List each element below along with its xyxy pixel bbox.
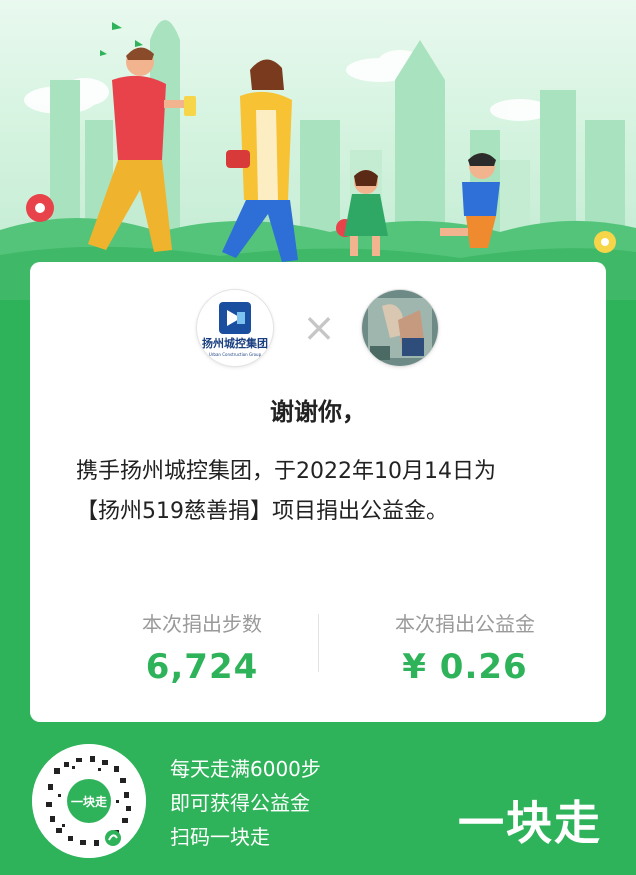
money-stat: 本次捐出公益金 ¥ 0.26 — [355, 608, 575, 687]
family-walking-illustration — [0, 20, 636, 300]
partner-logo-subtext: Urban Construction Group — [209, 352, 262, 357]
qr-center-label: 一块走 — [71, 794, 107, 809]
stat-divider — [318, 614, 319, 672]
steps-stat: 本次捐出步数 6,724 — [92, 608, 312, 687]
partner-logo: 扬州城控集团 Urban Construction Group — [197, 290, 273, 366]
brand-logo-text: 一块走 — [458, 796, 602, 850]
qr-code-icon: 一块走 — [32, 744, 146, 858]
mini-program-qr-code[interactable]: 一块走 — [32, 744, 146, 858]
user-avatar[interactable] — [362, 290, 438, 366]
header-illustration — [0, 0, 636, 300]
money-value: ¥ 0.26 — [402, 647, 528, 687]
partner-logo-text: 扬州城控集团 — [202, 336, 268, 350]
steps-value: 6,724 — [145, 647, 259, 687]
avatar-image-icon — [362, 290, 438, 366]
logo-row: 扬州城控集团 Urban Construction Group × — [30, 290, 606, 366]
footer-text: 每天走满6000步 即可获得公益金 扫码一块走 — [170, 752, 321, 854]
times-symbol: × — [302, 305, 336, 351]
message-line-2: 【扬州519慈善捐】项目捐出公益金。 — [76, 499, 448, 524]
footer-line-3: 扫码一块走 — [170, 825, 270, 849]
yangzhou-city-holding-logo-icon: 扬州城控集团 Urban Construction Group — [197, 290, 273, 366]
message-line-1: 携手扬州城控集团，于2022年10月14日为 — [76, 459, 496, 484]
footer-line-1: 每天走满6000步 — [170, 757, 321, 781]
steps-label: 本次捐出步数 — [142, 612, 262, 636]
thanks-heading: 谢谢你， — [270, 398, 366, 426]
donation-card: 扬州城控集团 Urban Construction Group × 谢谢你， 携… — [30, 262, 606, 722]
donation-message: 携手扬州城控集团，于2022年10月14日为 【扬州519慈善捐】项目捐出公益金… — [76, 452, 576, 532]
money-label: 本次捐出公益金 — [395, 612, 535, 636]
footer-line-2: 即可获得公益金 — [170, 791, 310, 815]
